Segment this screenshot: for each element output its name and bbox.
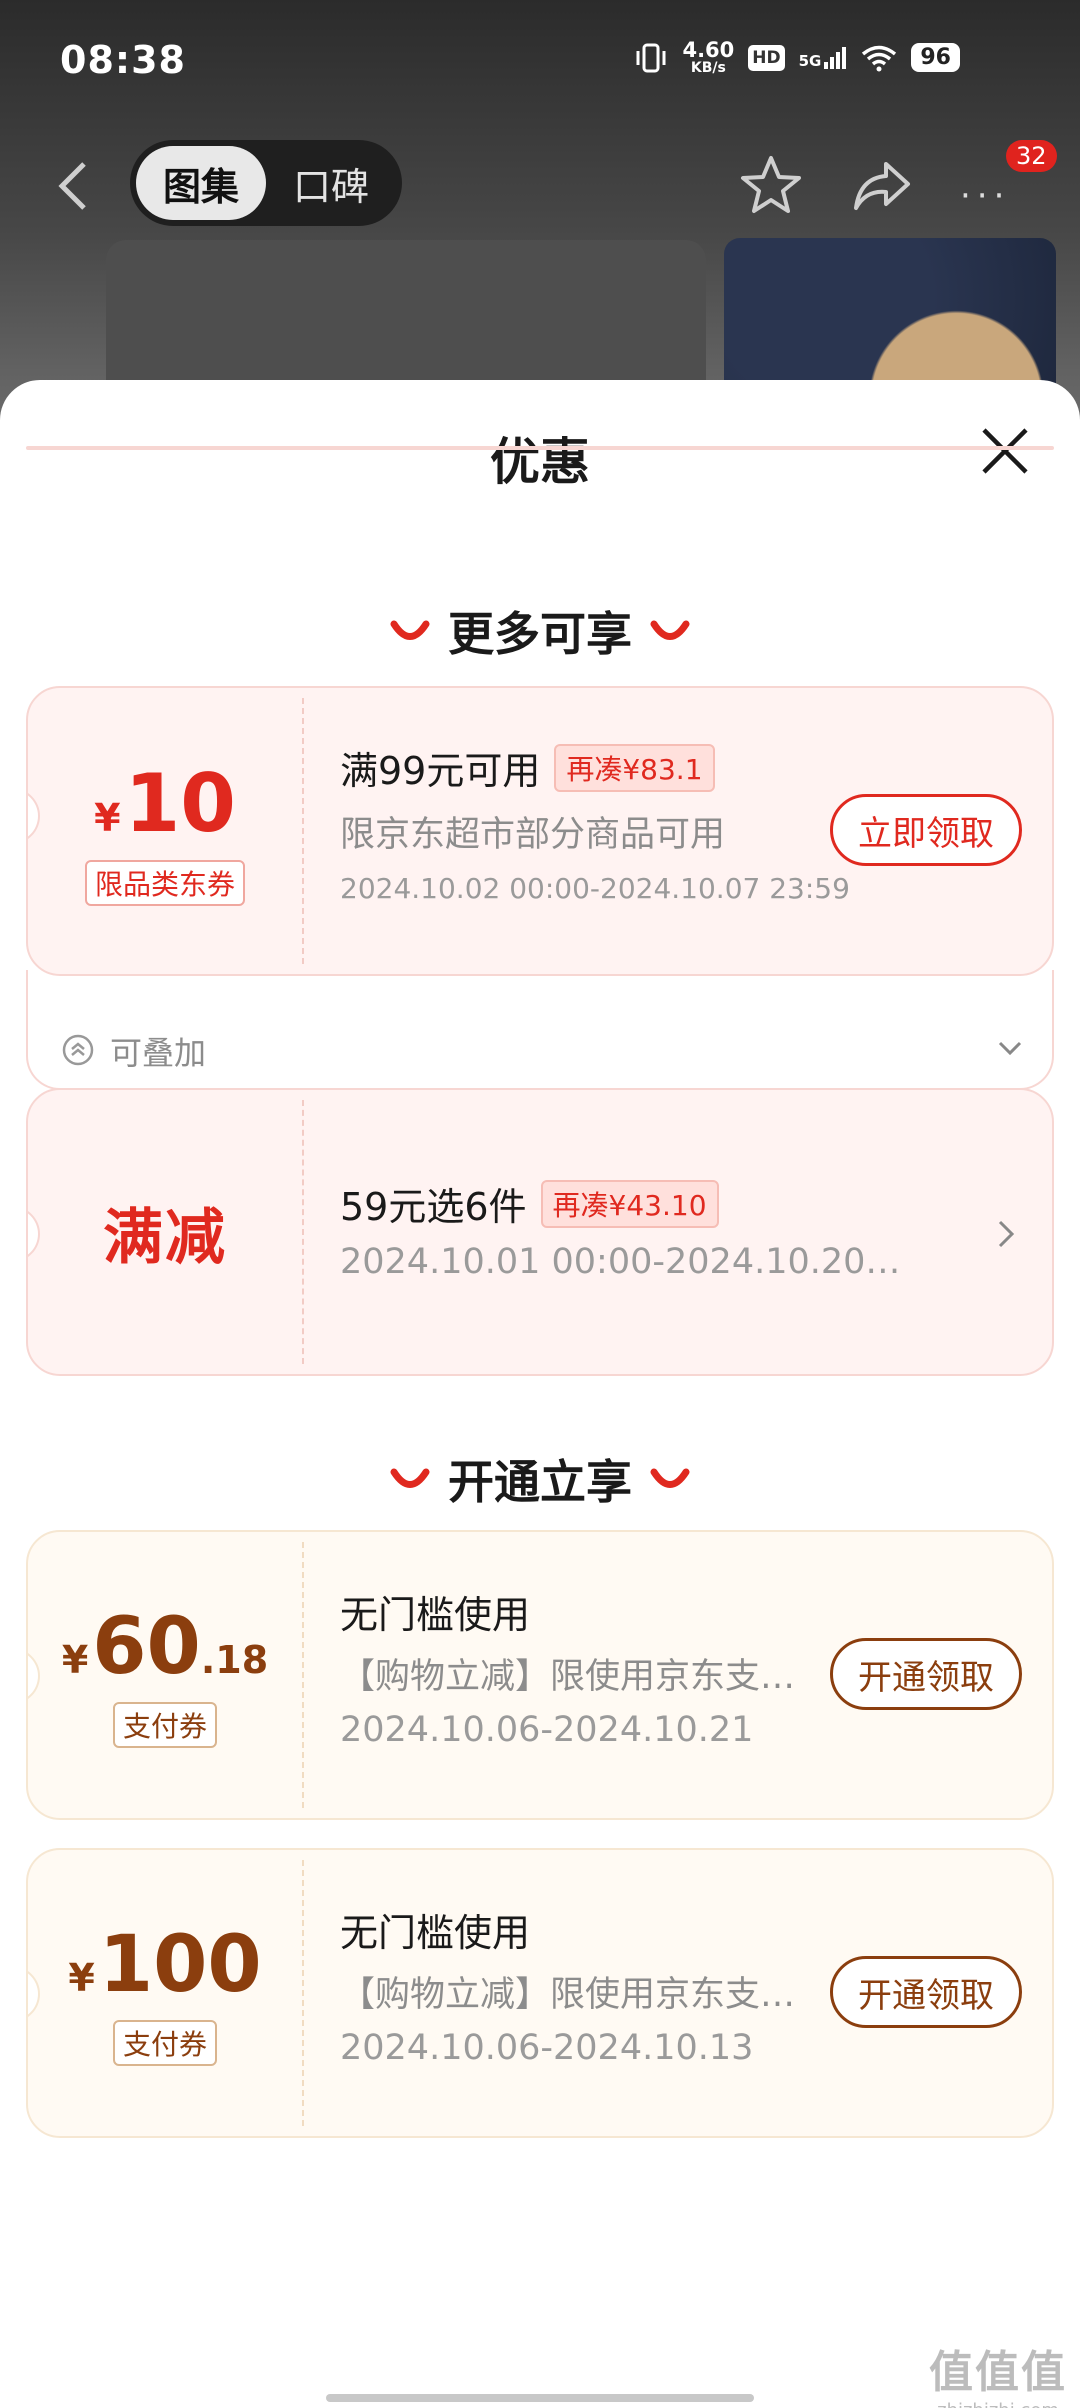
section-header-more: 更多可享 <box>0 598 1080 664</box>
promotion-title: 59元选6件 <box>340 1185 527 1229</box>
close-icon[interactable] <box>978 424 1032 478</box>
smile-icon <box>650 620 690 640</box>
battery-indicator: 96 <box>911 43 960 72</box>
coupon-card[interactable]: ¥ 100 支付券 无门槛使用 【购物立减】限使用京东支… 2024.10.06… <box>26 1848 1054 2138</box>
back-arrow-icon[interactable] <box>50 158 100 214</box>
top-up-pill: 再凑¥83.1 <box>554 743 715 792</box>
chevron-right-icon[interactable] <box>996 1218 1016 1250</box>
view-switcher: 图集 口碑 <box>130 140 402 226</box>
home-indicator[interactable] <box>326 2394 754 2402</box>
activate-claim-button[interactable]: 开通领取 <box>830 1956 1022 2028</box>
smile-icon <box>390 1468 430 1488</box>
coupon-amount-decimal: .18 <box>200 1638 269 1682</box>
hd-badge: HD <box>748 44 785 71</box>
status-indicators: 4.60 KB/s HD 5G 96 <box>634 40 960 75</box>
coupon-date: 2024.10.06-2024.10.21 <box>340 1710 754 1750</box>
coupon-amount: 60 <box>92 1602 201 1692</box>
network-speed: 4.60 KB/s <box>682 38 735 76</box>
claim-now-button[interactable]: 立即领取 <box>830 794 1022 866</box>
status-time: 08:38 <box>60 38 186 82</box>
stackable-row[interactable]: 可叠加 <box>26 970 1054 1090</box>
vibrate-icon <box>636 43 666 72</box>
chevron-down-icon[interactable] <box>996 1038 1024 1058</box>
promotion-card[interactable]: 满减 59元选6件 再凑¥43.10 2024.10.01 00:00-2024… <box>26 1088 1054 1376</box>
coupon-title: 无门槛使用 <box>340 1593 531 1637</box>
share-icon[interactable] <box>852 158 912 214</box>
promotion-label: 满减 <box>103 1202 227 1273</box>
coupon-title: 满99元可用 <box>340 749 541 793</box>
sheet-title: 优惠 <box>490 433 590 491</box>
coupon-value: ¥ 100 支付券 <box>28 1850 302 2136</box>
top-up-pill: 再凑¥43.10 <box>540 1179 719 1228</box>
discount-sheet: 优惠 更多可享 可叠加 ¥ 10 限品类东券 满99元可用 再凑¥83.1 限京… <box>0 380 1080 2408</box>
stackable-label: 可叠加 <box>110 1034 207 1072</box>
more-icon[interactable]: ··· <box>960 176 1010 216</box>
coupon-card[interactable]: ¥ 10 限品类东券 满99元可用 再凑¥83.1 限京东超市部分商品可用 20… <box>26 686 1054 976</box>
coupon-subtitle: 【购物立减】限使用京东支… <box>340 1975 796 2015</box>
smile-icon <box>650 1468 690 1488</box>
coupon-value: ¥ 10 限品类东券 <box>28 688 302 974</box>
section-title: 更多可享 <box>448 607 632 661</box>
coupon-date: 2024.10.06-2024.10.13 <box>340 2028 754 2068</box>
coupon-value: ¥ 60 .18 支付券 <box>28 1532 302 1818</box>
notification-badge: 32 <box>1006 140 1057 172</box>
coupon-amount: 100 <box>98 1920 262 2010</box>
coupon-subtitle: 限京东超市部分商品可用 <box>340 815 726 855</box>
status-bar: 08:38 4.60 KB/s HD 5G 96 <box>0 0 1080 120</box>
currency-symbol: ¥ <box>61 1638 89 1682</box>
background-page: 08:38 4.60 KB/s HD 5G 96 图集 口碑 ··· 32 <box>0 0 1080 440</box>
star-icon[interactable] <box>740 154 802 216</box>
coupon-card[interactable]: ¥ 60 .18 支付券 无门槛使用 【购物立减】限使用京东支… 2024.10… <box>26 1530 1054 1820</box>
smile-icon <box>390 620 430 640</box>
watermark: 值值值 zhizhizhi.com <box>929 2347 1067 2408</box>
coupon-type-tag: 支付券 <box>112 2020 217 2066</box>
currency-symbol: ¥ <box>68 1956 95 2000</box>
section-title: 开通立享 <box>448 1455 632 1509</box>
section-header-membership: 开通立享 <box>0 1446 1080 1512</box>
promotion-date: 2024.10.01 00:00-2024.10.20… <box>340 1242 901 1282</box>
coupon-date: 2024.10.02 00:00-2024.10.07 23:59 <box>340 872 850 905</box>
top-nav: 图集 口碑 ··· 32 <box>0 140 1080 230</box>
activate-claim-button[interactable]: 开通领取 <box>830 1638 1022 1710</box>
tab-gallery[interactable]: 图集 <box>136 146 266 220</box>
currency-symbol: ¥ <box>94 795 121 840</box>
coupon-type-tag: 支付券 <box>112 1702 217 1748</box>
signal-icon: 5G <box>799 46 848 70</box>
stack-icon <box>62 1034 94 1066</box>
coupon-amount: 10 <box>124 756 236 850</box>
wifi-icon <box>862 45 897 71</box>
coupon-subtitle: 【购物立减】限使用京东支… <box>340 1657 796 1697</box>
coupon-title: 无门槛使用 <box>340 1911 531 1955</box>
coupon-type-tag: 限品类东券 <box>84 859 245 906</box>
tab-reviews[interactable]: 口碑 <box>266 146 396 220</box>
